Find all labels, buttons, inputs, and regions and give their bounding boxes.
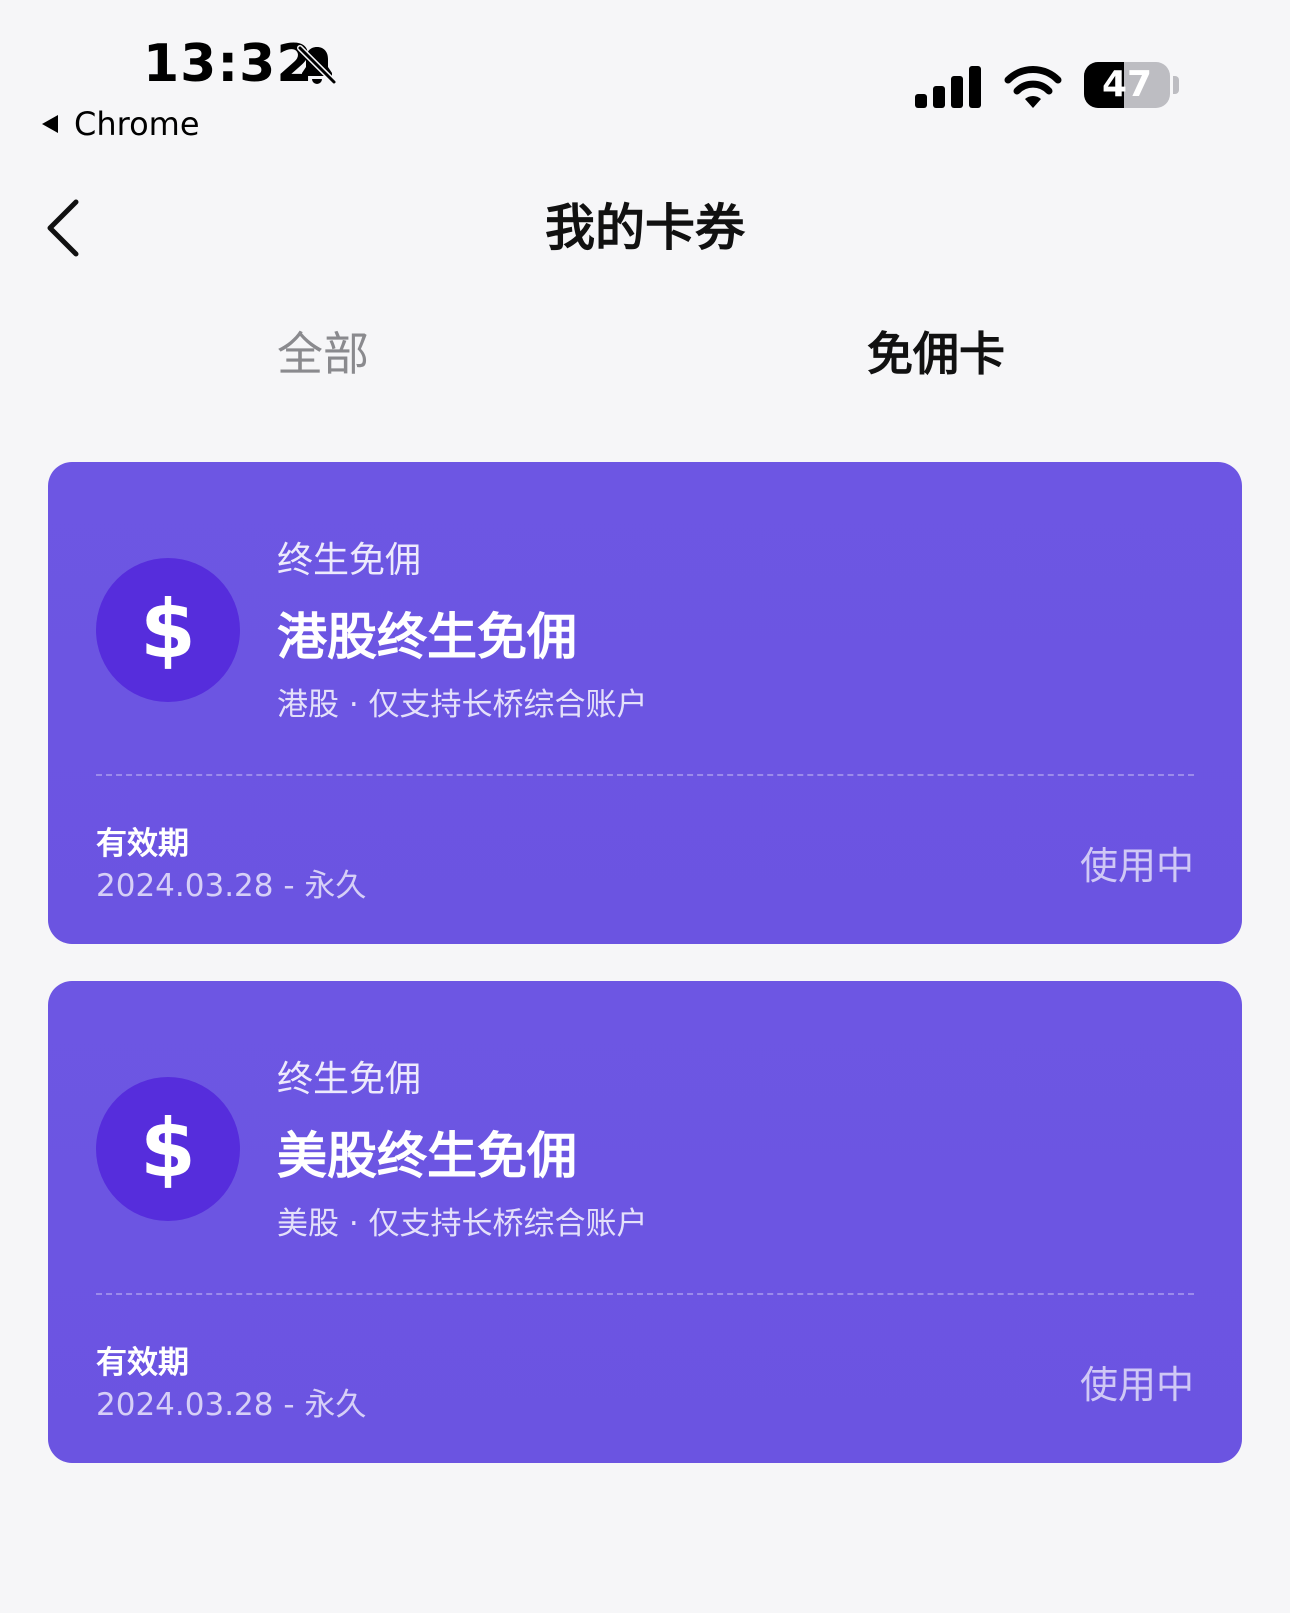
page-title: 我的卡券 [545,199,745,257]
tab-all[interactable]: 全部 [277,324,369,384]
card-title: 美股终生免佣 [277,1127,577,1185]
card-description: 美股 · 仅支持长桥综合账户 [277,1206,648,1242]
dollar-coin: $ [96,558,240,702]
back-triangle-icon [42,115,58,133]
coupon-card-hk[interactable]: $ 终生免佣 港股终生免佣 港股 · 仅支持长桥综合账户 有效期 2024.03… [48,462,1242,944]
card-kicker: 终生免佣 [277,1059,422,1100]
card-status: 使用中 [1079,1363,1194,1407]
dollar-icon: $ [140,1102,196,1195]
dashed-divider [96,1293,1194,1295]
dollar-coin: $ [96,1077,240,1221]
status-time: 13:32 [143,34,314,94]
validity-range: 2024.03.28 - 永久 [96,1387,367,1423]
dollar-icon: $ [140,583,196,676]
battery-cap [1173,76,1179,94]
tab-commission-free-card[interactable]: 免佣卡 [867,324,1005,384]
card-status: 使用中 [1079,844,1194,888]
card-title: 港股终生免佣 [277,608,577,666]
validity-label: 有效期 [96,826,189,862]
wifi-icon [1004,66,1062,108]
back-app-label: Chrome [74,105,200,143]
card-kicker: 终生免佣 [277,540,422,581]
coupon-card-us[interactable]: $ 终生免佣 美股终生免佣 美股 · 仅支持长桥综合账户 有效期 2024.03… [48,981,1242,1463]
card-description: 港股 · 仅支持长桥综合账户 [277,687,648,723]
validity-range: 2024.03.28 - 永久 [96,868,367,904]
battery-indicator: 47 [1084,62,1170,108]
back-to-app-button[interactable]: Chrome [38,104,200,144]
dashed-divider [96,774,1194,776]
bell-muted-icon [297,45,337,85]
validity-label: 有效期 [96,1345,189,1381]
cellular-signal-icon [915,66,981,108]
battery-level: 47 [1101,64,1153,105]
